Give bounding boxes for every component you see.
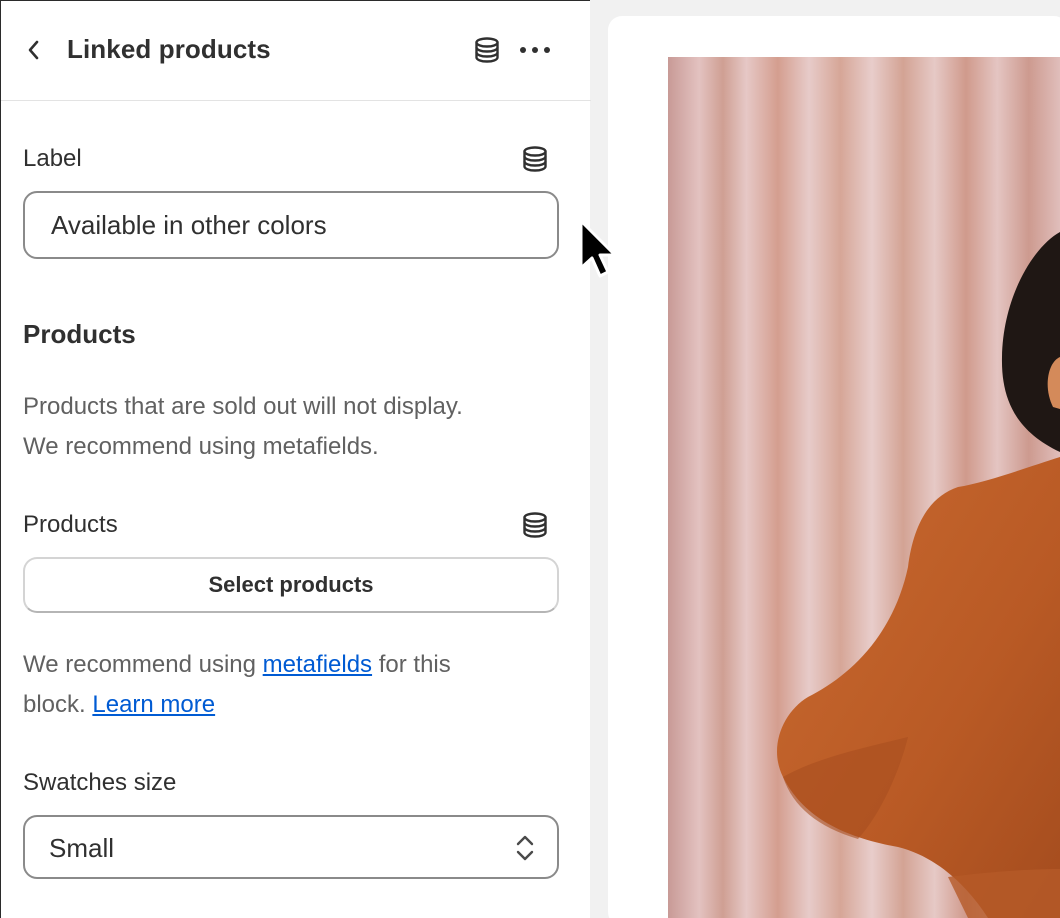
select-products-button[interactable]: Select products: [23, 557, 559, 613]
label-field-label: Label: [23, 145, 82, 172]
panel-title: Linked products: [67, 34, 271, 64]
products-field-label: Products: [23, 511, 118, 538]
products-dynamic-source-button[interactable]: [519, 509, 551, 541]
swatches-size-select[interactable]: Small: [23, 815, 559, 879]
settings-panel: Linked products Label Available in other…: [0, 0, 591, 918]
help-text-segment: We recommend using: [23, 651, 263, 678]
help-line: We recommend using metafields.: [23, 433, 379, 460]
products-section-help: Products that are sold out will not disp…: [23, 387, 563, 467]
help-text-segment: for this: [372, 651, 451, 678]
swatches-size-value: Small: [49, 833, 115, 863]
help-line: We recommend using metafields for this: [23, 645, 563, 685]
metafields-link[interactable]: metafields: [263, 651, 372, 678]
help-text-segment: block.: [23, 691, 93, 718]
back-button[interactable]: [19, 33, 49, 67]
label-input[interactable]: [23, 191, 559, 259]
more-actions-button[interactable]: [517, 33, 553, 67]
database-icon: [475, 37, 499, 63]
database-icon: [523, 512, 547, 538]
products-section-heading: Products: [23, 319, 136, 349]
dynamic-source-button[interactable]: [471, 33, 503, 67]
select-chevrons-icon: [516, 835, 534, 861]
database-icon: [523, 146, 547, 172]
products-field-help: We recommend using metafields for this b…: [23, 645, 563, 725]
chevron-left-icon: [28, 40, 39, 60]
product-image[interactable]: [668, 57, 1060, 918]
learn-more-link[interactable]: Learn more: [92, 691, 215, 718]
swatches-size-label: Swatches size: [23, 769, 177, 796]
more-horizontal-icon: [520, 47, 550, 53]
label-dynamic-source-button[interactable]: [519, 143, 551, 175]
panel-header: Linked products: [1, 1, 591, 101]
product-photo: [668, 57, 1060, 918]
help-line: Products that are sold out will not disp…: [23, 393, 463, 420]
help-line: block. Learn more: [23, 685, 563, 725]
theme-editor: Linked products Label Available in other…: [0, 0, 1060, 918]
